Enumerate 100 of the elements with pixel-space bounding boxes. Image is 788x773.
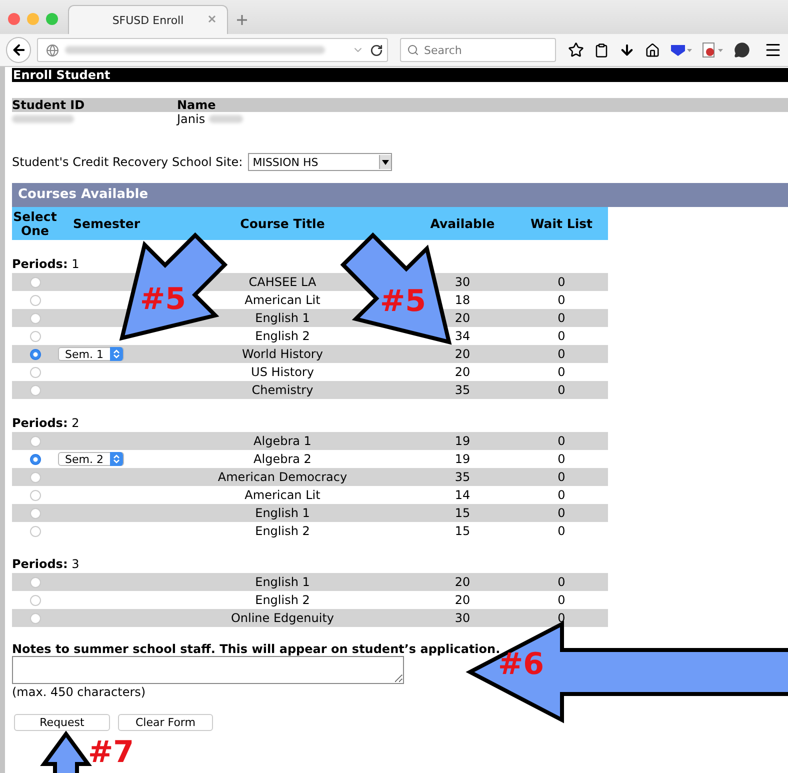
maximize-window-icon[interactable]: [46, 13, 58, 25]
table-cell-text: 0: [556, 434, 566, 448]
browser-tab[interactable]: SFUSD Enroll: [68, 5, 228, 34]
table-cell-text: 0: [556, 383, 566, 397]
table-cell-text: US History: [250, 365, 315, 379]
period-label: Periods: 2: [12, 415, 80, 432]
table-cell-text: English 2: [254, 593, 311, 607]
table-cell-text: 0: [556, 488, 566, 502]
radio-button[interactable]: [30, 612, 40, 624]
table-cell-text: 0: [556, 575, 566, 589]
radio-button[interactable]: [30, 594, 40, 606]
table-cell-text: 20: [454, 575, 472, 589]
blurred-surname: [209, 115, 244, 123]
radio-button[interactable]: [30, 366, 40, 378]
table-cell-text: 0: [556, 470, 566, 484]
semester-select[interactable]: Sem. 1: [58, 347, 124, 361]
blurred-student-id: [12, 115, 74, 123]
caret-icon: [382, 160, 389, 164]
table-cell-text: American Lit: [244, 488, 322, 502]
notes-field[interactable]: [12, 656, 404, 684]
request-button[interactable]: Request: [14, 714, 110, 731]
table-cell-text: 20: [454, 593, 472, 607]
radio-button[interactable]: [30, 312, 40, 324]
home-icon[interactable]: [645, 42, 660, 58]
table-cell-text: CAHSEE LA: [248, 275, 318, 289]
site-select[interactable]: MISSION HS: [248, 153, 392, 171]
globe-icon: [46, 44, 60, 56]
radio-button[interactable]: [30, 576, 40, 588]
period-label: Periods: 1: [12, 256, 80, 273]
close-icon[interactable]: [207, 14, 217, 24]
radio-button[interactable]: [30, 330, 40, 342]
table-cell-text: 0: [556, 365, 566, 379]
period-label: Periods: 3: [12, 556, 80, 573]
column-header: Course Title: [239, 216, 326, 230]
radio-button[interactable]: [30, 526, 40, 536]
column-header: Select One: [12, 210, 58, 238]
annotation-label: #6: [498, 650, 544, 680]
notes-label: Notes to summer school staff. This will appear on student’s application.: [12, 642, 500, 656]
reload-icon[interactable]: [370, 44, 384, 56]
table-cell-text: Online Edgenuity: [230, 611, 336, 625]
back-button[interactable]: [6, 37, 32, 63]
radio-button[interactable]: [30, 472, 40, 482]
table-cell-text: English 1: [254, 311, 311, 325]
site-label: Student's Credit Recovery School Site:: [12, 155, 243, 169]
table-cell-text: 30: [454, 611, 472, 625]
radio-button[interactable]: [30, 384, 40, 396]
table-cell-text: 18: [454, 293, 472, 307]
table-cell-text: American Democracy: [216, 470, 348, 484]
page-title: Enroll Student: [12, 68, 788, 82]
radio-button[interactable]: [30, 508, 40, 518]
radio-button[interactable]: [30, 490, 40, 500]
address-field[interactable]: [37, 38, 388, 62]
table-cell-text: 15: [454, 524, 472, 538]
minimize-window-icon[interactable]: [27, 13, 39, 25]
download-icon[interactable]: [619, 42, 635, 58]
search-field[interactable]: Search: [400, 38, 556, 62]
up-down-caret-icon: [113, 454, 120, 464]
table-cell-text: Algebra 2: [252, 452, 312, 466]
table-cell-text: 14: [454, 488, 472, 502]
table-cell-text: English 2: [254, 329, 311, 343]
column-header: Available: [429, 216, 496, 230]
radio-button[interactable]: [30, 454, 40, 464]
table-cell-text: 19: [454, 452, 472, 466]
table-cell-text: 34: [454, 329, 472, 343]
column-header: Wait List: [529, 216, 594, 230]
annotation-label: #5: [380, 287, 426, 317]
table-cell-text: 35: [454, 470, 472, 484]
table-cell-text: Algebra 1: [252, 434, 312, 448]
chat-icon[interactable]: [734, 42, 750, 58]
table-cell-text: 30: [454, 275, 472, 289]
table-cell-text: 20: [454, 347, 472, 361]
table-cell-text: 35: [454, 383, 472, 397]
table-cell-text: English 1: [254, 575, 311, 589]
radio-button[interactable]: [30, 436, 40, 446]
document-icon[interactable]: [702, 42, 724, 58]
back-arrow-icon: [10, 42, 27, 58]
table-cell-text: Chemistry: [250, 383, 314, 397]
shield-icon[interactable]: [670, 43, 692, 57]
table-cell-text: World History: [241, 347, 324, 361]
table-cell-text: 0: [556, 452, 566, 466]
section-header: Courses Available: [12, 183, 788, 207]
table-cell-text: 0: [556, 611, 566, 625]
star-icon[interactable]: [568, 42, 584, 58]
table-cell-text: 0: [556, 524, 566, 538]
close-window-icon[interactable]: [8, 13, 20, 25]
semester-select[interactable]: Sem. 2: [58, 452, 124, 466]
clear-form-button[interactable]: Clear Form: [118, 714, 213, 731]
table-cell-text: 0: [556, 347, 566, 361]
column-header: Student ID: [12, 98, 86, 112]
menu-icon[interactable]: [764, 41, 782, 59]
radio-button[interactable]: [30, 348, 40, 360]
table-cell-text: 0: [556, 593, 566, 607]
search-icon: [407, 44, 420, 56]
radio-button[interactable]: [30, 276, 40, 288]
radio-button[interactable]: [30, 294, 40, 306]
table-cell-text: 15: [454, 506, 472, 520]
annotation-label: #7: [88, 738, 134, 768]
table-cell-text: 0: [556, 506, 566, 520]
table-cell-text: 20: [454, 365, 472, 379]
clipboard-icon[interactable]: [594, 42, 609, 58]
